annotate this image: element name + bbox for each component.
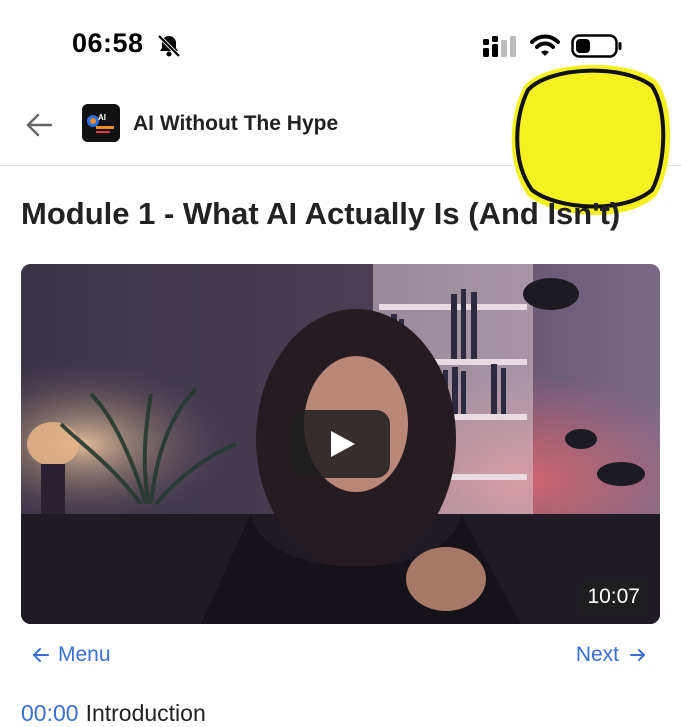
lesson-title: Module 1 - What AI Actually Is (And Isn'… (21, 196, 621, 231)
wifi-icon (530, 34, 560, 56)
arrow-left-icon (33, 648, 49, 662)
chapter-timestamp[interactable]: 00:00 (21, 700, 79, 726)
video-player[interactable]: 10:07 (21, 264, 660, 624)
video-duration: 10:07 (578, 579, 649, 615)
cellular-signal-icon (483, 36, 516, 57)
bell-slash-icon (157, 34, 181, 58)
chapter-item[interactable]: 00:00 Introduction (21, 700, 206, 727)
status-time: 06:58 (72, 28, 144, 58)
menu-link[interactable]: Menu (32, 643, 111, 667)
next-label: Next (575, 643, 619, 666)
menu-label: Menu (58, 643, 111, 666)
logo-text: AI (98, 113, 106, 122)
play-icon (331, 431, 355, 457)
arrow-left-icon[interactable] (24, 110, 54, 140)
battery-icon (571, 34, 622, 58)
next-link[interactable]: Next (576, 643, 647, 667)
chapter-title: Introduction (85, 700, 206, 726)
play-button[interactable] (292, 410, 390, 478)
course-logo: AI (82, 104, 120, 142)
course-title: AI Without The Hype (133, 112, 339, 135)
arrow-right-icon (630, 649, 645, 661)
